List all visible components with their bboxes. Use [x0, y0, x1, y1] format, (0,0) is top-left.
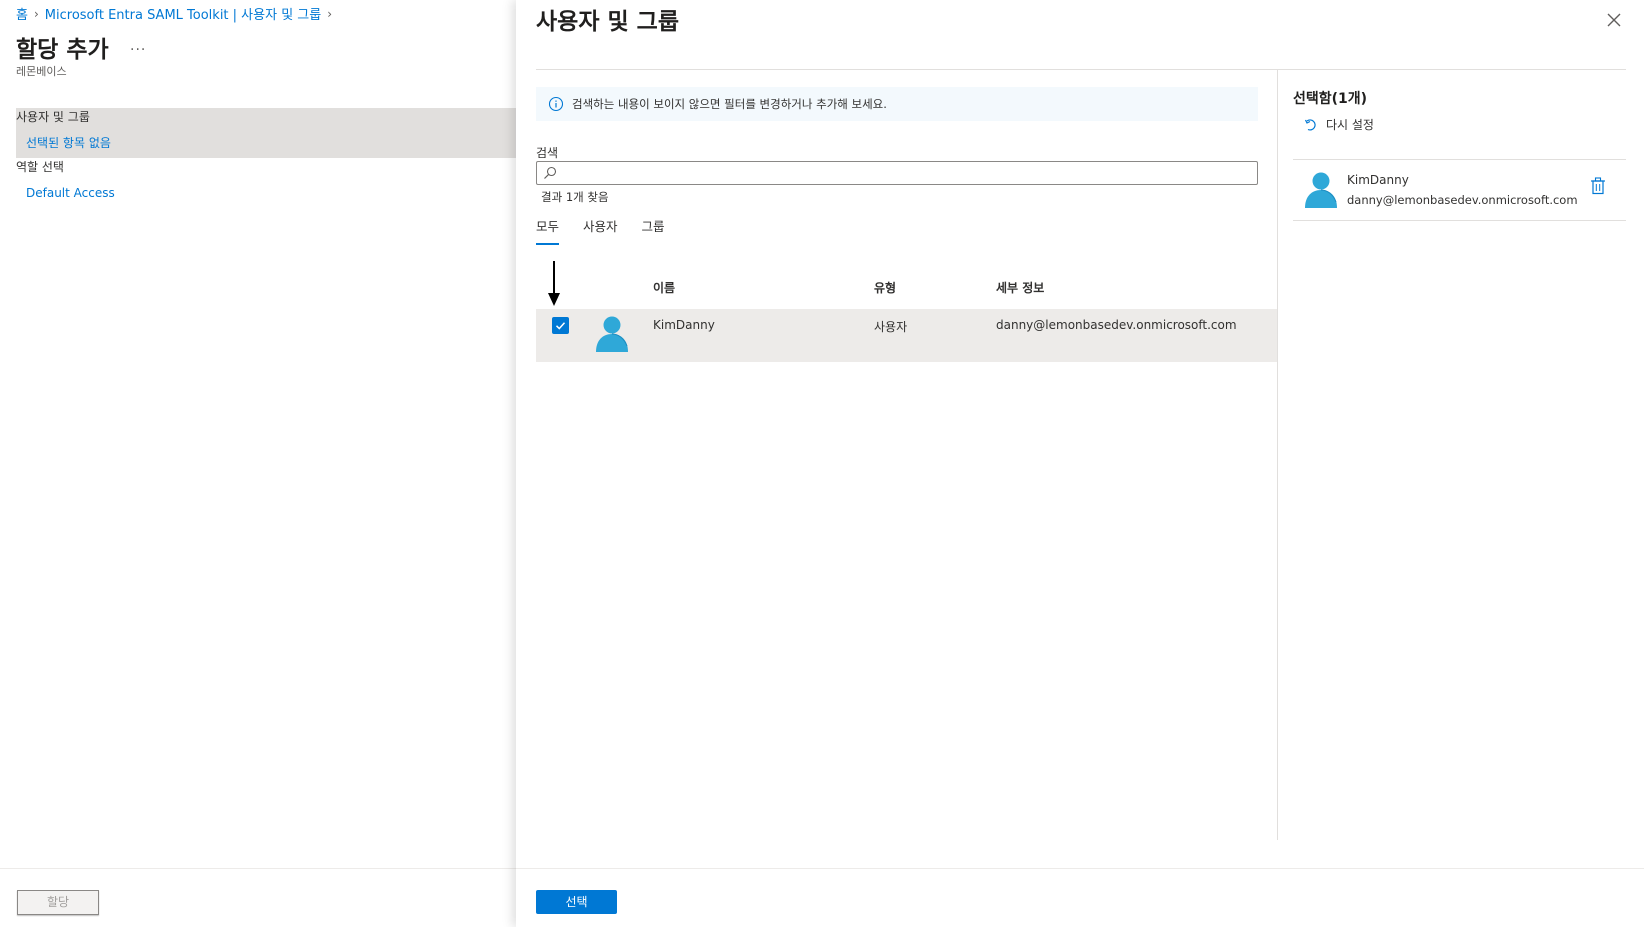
- info-text: 검색하는 내용이 보이지 않으면 필터를 변경하거나 추가해 보세요.: [572, 97, 887, 111]
- search-icon: [544, 166, 557, 179]
- page-subtitle: 레몬베이스: [16, 65, 67, 78]
- info-banner: 검색하는 내용이 보이지 않으면 필터를 변경하거나 추가해 보세요.: [536, 87, 1258, 121]
- footer-divider: [516, 868, 1644, 869]
- table-row[interactable]: KimDanny 사용자 danny@lemonbasedev.onmicros…: [536, 309, 1277, 362]
- reset-label: 다시 설정: [1326, 118, 1374, 132]
- selected-title: 선택함(1개): [1293, 91, 1368, 107]
- tab-all[interactable]: 모두: [536, 216, 560, 245]
- row-details: danny@lemonbasedev.onmicrosoft.com: [996, 318, 1237, 332]
- search-box[interactable]: [536, 161, 1258, 185]
- tab-groups[interactable]: 그룹: [642, 216, 665, 245]
- filter-tabs: 모두 사용자 그룹: [536, 216, 665, 245]
- users-groups-panel: 사용자 및 그룹 검색하는 내용이 보이지 않으면 필터를 변경하거나 추가해 …: [516, 0, 1644, 927]
- assignment-blade: 홈 › Microsoft Entra SAML Toolkit | 사용자 및…: [0, 0, 516, 927]
- assign-button[interactable]: 할당: [17, 890, 99, 915]
- selected-item-name: KimDanny: [1347, 173, 1409, 187]
- page-title: 할당 추가: [16, 37, 109, 63]
- selected-divider: [1293, 220, 1626, 221]
- row-name: KimDanny: [653, 318, 715, 332]
- breadcrumb: 홈 › Microsoft Entra SAML Toolkit | 사용자 및…: [16, 4, 333, 24]
- reset-button[interactable]: 다시 설정: [1304, 116, 1374, 133]
- chevron-right-icon: ›: [327, 6, 333, 21]
- search-label: 검색: [536, 146, 559, 160]
- breadcrumb-app-link[interactable]: Microsoft Entra SAML Toolkit | 사용자 및 그룹: [45, 4, 321, 23]
- column-header-name[interactable]: 이름: [653, 279, 675, 296]
- breadcrumb-home-link[interactable]: 홈: [16, 4, 28, 23]
- users-groups-link[interactable]: 선택된 항목 없음: [26, 134, 111, 151]
- selected-item-email: danny@lemonbasedev.onmicrosoft.com: [1347, 193, 1578, 207]
- info-icon: [548, 96, 564, 112]
- column-header-type[interactable]: 유형: [874, 279, 896, 296]
- tab-users[interactable]: 사용자: [583, 216, 618, 245]
- checkmark-icon: [555, 322, 566, 330]
- user-avatar-icon: [596, 316, 628, 352]
- chevron-right-icon: ›: [33, 6, 39, 21]
- search-input[interactable]: [563, 164, 1247, 184]
- arrow-down-icon: [548, 261, 560, 306]
- trash-icon[interactable]: [1590, 177, 1606, 195]
- selected-item: KimDanny danny@lemonbasedev.onmicrosoft.…: [1293, 160, 1626, 220]
- result-count: 결과 1개 찾음: [541, 190, 609, 204]
- role-link[interactable]: Default Access: [26, 186, 115, 200]
- users-groups-row[interactable]: 사용자 및 그룹 선택된 항목 없음: [16, 108, 516, 158]
- select-button[interactable]: 선택: [536, 890, 617, 914]
- row-checkbox[interactable]: [552, 317, 569, 334]
- close-icon[interactable]: [1604, 10, 1624, 30]
- role-label: 역할 선택: [16, 160, 64, 174]
- panel-title: 사용자 및 그룹: [536, 9, 679, 35]
- user-avatar-icon: [1305, 172, 1337, 208]
- more-options-button[interactable]: ...: [130, 38, 146, 54]
- row-type: 사용자: [874, 320, 908, 334]
- undo-icon: [1304, 118, 1316, 131]
- column-header-details[interactable]: 세부 정보: [996, 279, 1044, 296]
- footer-divider: [0, 868, 516, 869]
- title-divider: [536, 69, 1626, 70]
- users-groups-label: 사용자 및 그룹: [16, 110, 90, 124]
- selected-pane-divider: [1277, 70, 1278, 840]
